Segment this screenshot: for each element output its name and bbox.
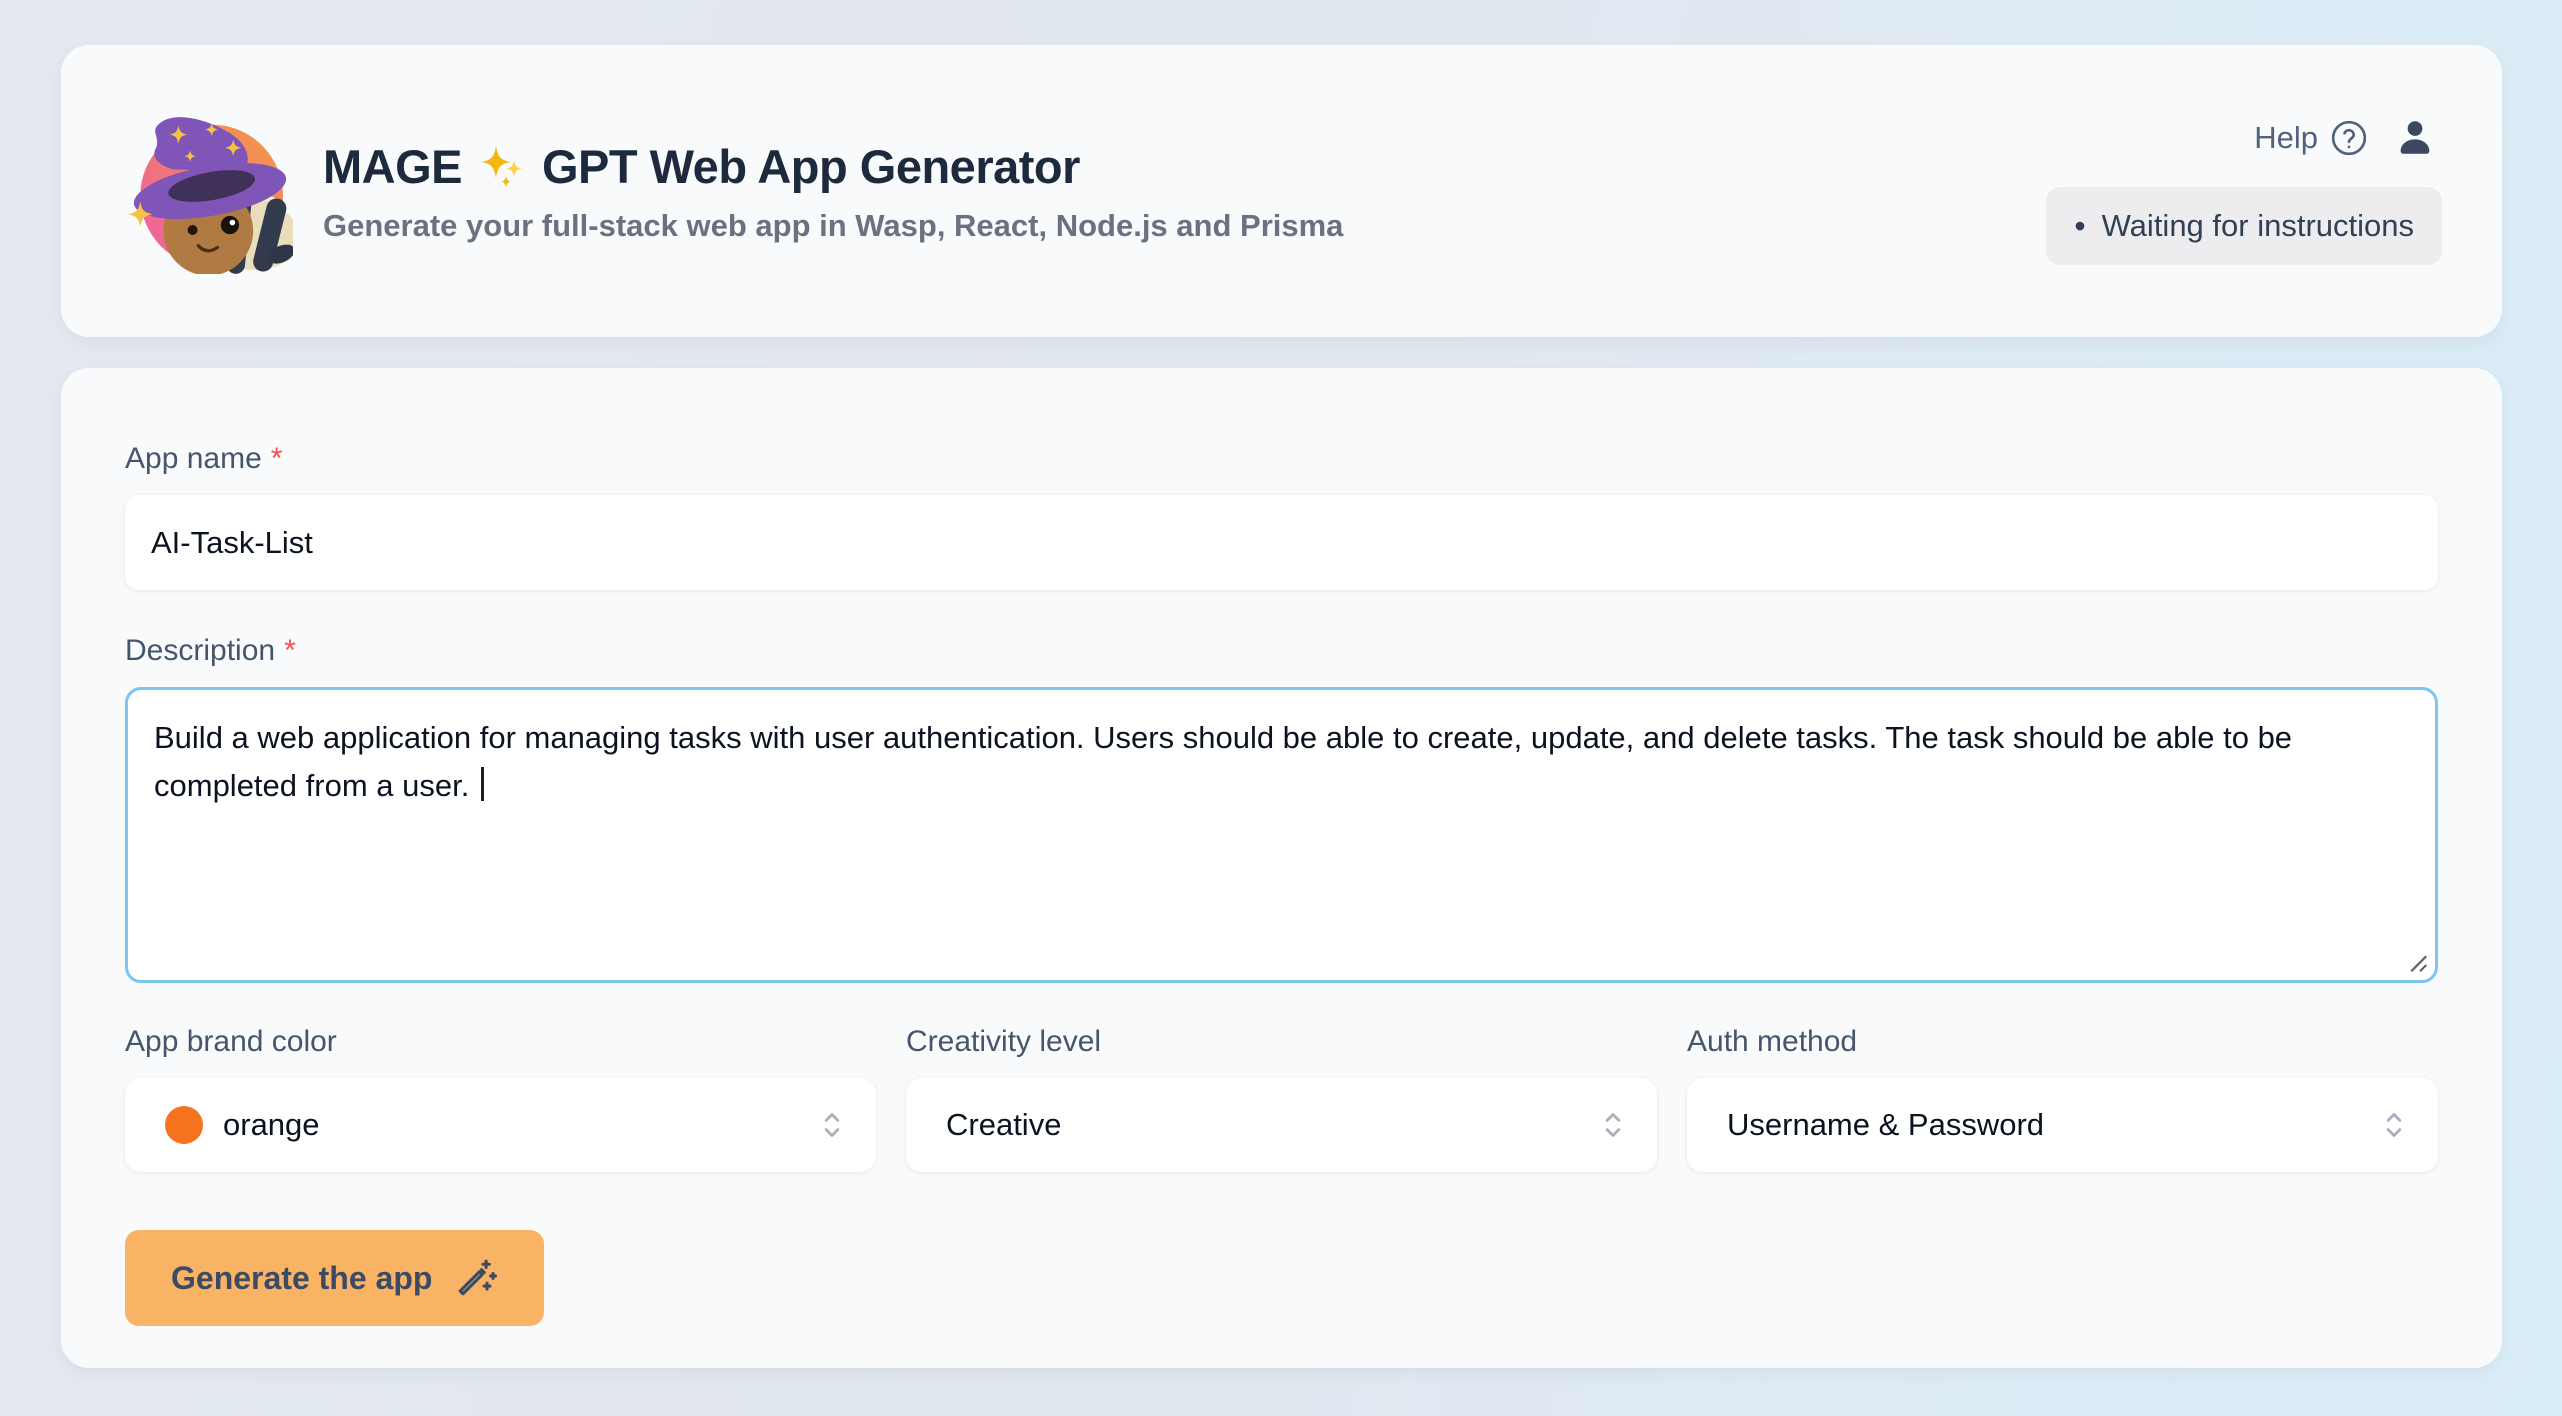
description-label: Description * [125, 634, 2438, 668]
status-text: Waiting for instructions [2102, 208, 2414, 244]
options-row: App brand color orange Creativity level … [125, 1025, 2438, 1172]
page-title-rest: GPT Web App Generator [542, 139, 1080, 194]
help-question-icon[interactable] [2330, 119, 2368, 157]
page-title: MAGE GPT Web App Generator [323, 139, 1343, 194]
chevrons-up-down-icon [818, 1102, 846, 1148]
creativity-select[interactable]: Creative [906, 1078, 1657, 1172]
app-name-input[interactable] [125, 495, 2438, 590]
required-asterisk: * [271, 442, 283, 475]
description-label-text: Description [125, 634, 275, 667]
app-name-label: App name * [125, 442, 282, 475]
magic-wand-icon [454, 1256, 498, 1300]
status-dot: • [2074, 208, 2085, 245]
chevrons-up-down-icon [1599, 1102, 1627, 1148]
orange-color-swatch [165, 1106, 203, 1144]
page-subtitle: Generate your full-stack web app in Wasp… [323, 208, 1343, 244]
header-titles: MAGE GPT Web App Generator Generate your… [323, 139, 1343, 244]
sparkles-icon [478, 142, 526, 190]
generator-form-card: App name * Description * Build a web appli… [61, 368, 2502, 1368]
app-name-title: MAGE [323, 139, 462, 194]
chevrons-up-down-icon [2380, 1102, 2408, 1148]
help-row: Help [2254, 117, 2436, 159]
auth-method-select[interactable]: Username & Password [1687, 1078, 2438, 1172]
status-badge: • Waiting for instructions [2046, 187, 2442, 265]
auth-method-value: Username & Password [1727, 1107, 2044, 1143]
auth-method-label: Auth method [1687, 1025, 2438, 1059]
text-cursor [481, 767, 484, 801]
auth-method-field: Auth method Username & Password [1687, 1025, 2438, 1172]
brand-color-label: App brand color [125, 1025, 876, 1059]
generate-app-label: Generate the app [171, 1260, 432, 1297]
app-name-label-text: App name [125, 442, 262, 475]
header-right: Help • Waiting for instructions [2046, 117, 2442, 265]
generate-app-button[interactable]: Generate the app [125, 1230, 544, 1326]
creativity-value: Creative [946, 1107, 1061, 1143]
user-profile-icon[interactable] [2394, 117, 2436, 159]
brand-color-select[interactable]: orange [125, 1078, 876, 1172]
resize-handle-icon[interactable] [2400, 945, 2430, 975]
creativity-label: Creativity level [906, 1025, 1657, 1059]
mage-bee-wizard-logo [127, 108, 293, 274]
description-text: Build a web application for managing tas… [154, 720, 2292, 803]
brand-color-value: orange [223, 1107, 320, 1143]
help-link[interactable]: Help [2254, 120, 2318, 156]
brand-color-field: App brand color orange [125, 1025, 876, 1172]
creativity-field: Creativity level Creative [906, 1025, 1657, 1172]
header-card: MAGE GPT Web App Generator Generate your… [61, 45, 2502, 337]
description-textarea[interactable]: Build a web application for managing tas… [125, 687, 2438, 983]
required-asterisk: * [284, 634, 296, 667]
